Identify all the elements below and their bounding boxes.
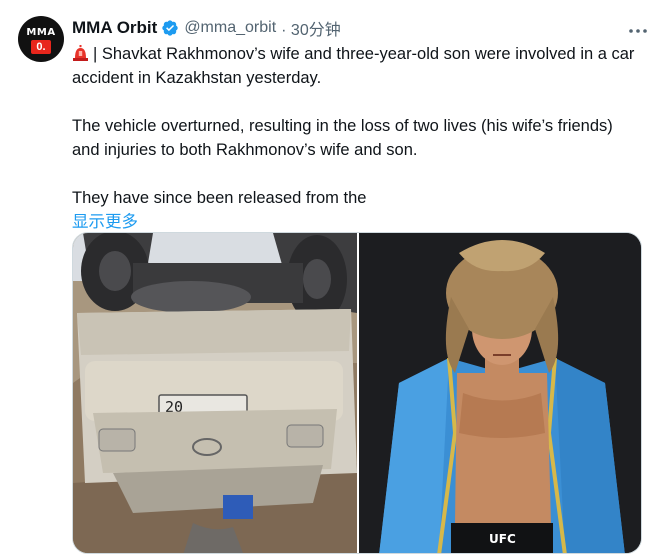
siren-emoji-icon	[72, 44, 89, 61]
verified-badge-icon	[161, 19, 179, 37]
author-handle[interactable]: @mma_orbit	[184, 19, 276, 37]
tweet-line-1: | Shavkat Rakhmonov’s wife and three-yea…	[72, 45, 635, 87]
overturned-car-image[interactable]: 20	[73, 233, 357, 553]
tweet-paragraph-1: | Shavkat Rakhmonov’s wife and three-yea…	[72, 42, 642, 90]
tweet-paragraph-2: The vehicle overturned, resulting in the…	[72, 117, 613, 159]
fighter-portrait-image[interactable]: UFC	[357, 233, 641, 553]
tweet-header: MMA Orbit @mma_orbit · 30分钟	[72, 16, 640, 40]
tweet-text: | Shavkat Rakhmonov’s wife and three-yea…	[72, 42, 642, 234]
show-more-link[interactable]: 显示更多	[72, 210, 642, 234]
more-icon[interactable]	[628, 18, 648, 39]
tweet-paragraph-3: They have since been released from the	[72, 189, 367, 207]
avatar[interactable]: MMA 0.	[18, 16, 64, 62]
tweet-time[interactable]: · 30分钟	[281, 16, 341, 40]
tweet-media[interactable]: 20 UFC	[72, 232, 642, 554]
author-name[interactable]: MMA Orbit	[72, 18, 157, 38]
avatar-logo-badge: 0.	[31, 39, 51, 54]
avatar-logo-text: MMA	[26, 26, 56, 38]
tweet-card[interactable]: MMA 0. MMA Orbit @mma_orbit · 30分钟 | Sha…	[0, 0, 670, 560]
shorts-brand-text: UFC	[489, 532, 516, 546]
